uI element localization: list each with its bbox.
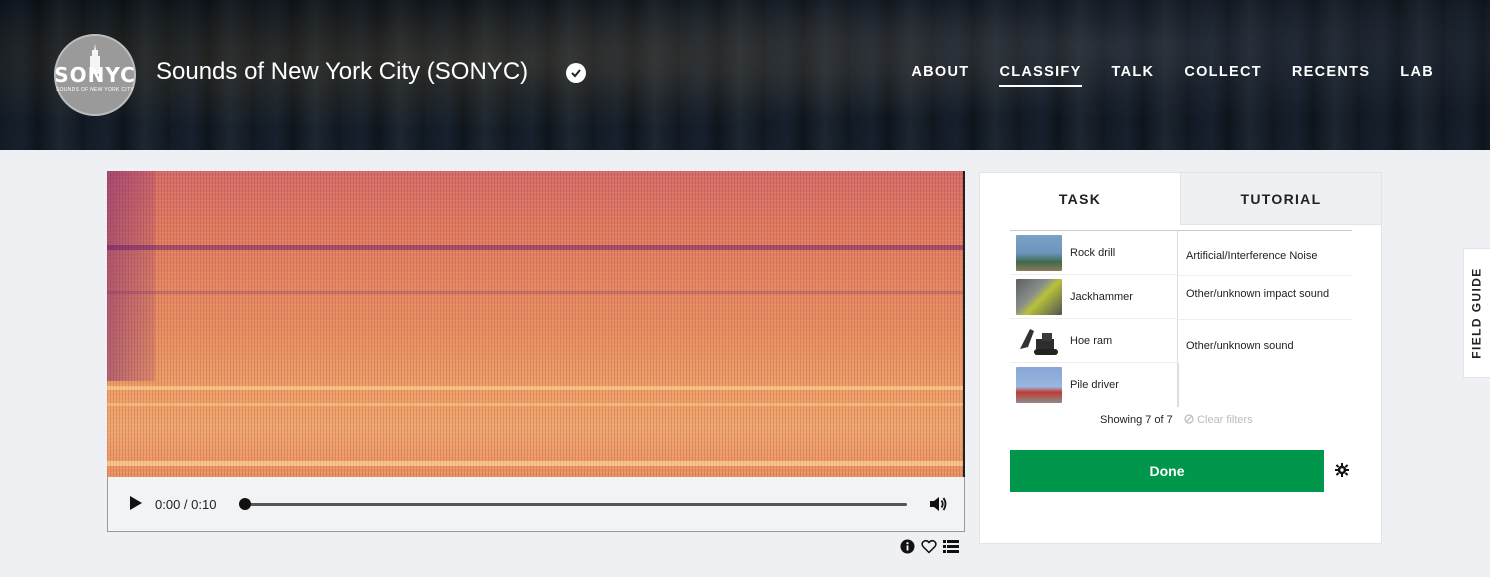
spectrogram-band	[107, 461, 965, 466]
category-divider	[1178, 275, 1352, 276]
subject-actions	[900, 539, 959, 554]
collection-list-icon[interactable]	[943, 539, 959, 554]
project-nav: ABOUT CLASSIFY TALK COLLECT RECENTS LAB	[911, 64, 1434, 87]
choice-rock-drill[interactable]: Rock drill	[1010, 231, 1178, 275]
category-artificial-noise[interactable]: Artificial/Interference Noise	[1186, 247, 1352, 265]
nav-talk[interactable]: TALK	[1112, 64, 1155, 87]
showing-count: Showing 7 of 7	[1100, 414, 1173, 426]
audio-progress-track[interactable]	[243, 503, 907, 506]
choice-label: Hoe ram	[1070, 334, 1113, 347]
play-icon[interactable]	[130, 496, 142, 510]
category-other-impact[interactable]: Other/unknown impact sound	[1186, 285, 1352, 303]
spectrogram-band	[107, 291, 965, 294]
audio-progress-knob[interactable]	[239, 498, 251, 510]
clear-filters-label: Clear filters	[1197, 414, 1253, 426]
pile-driver-thumbnail	[1016, 367, 1062, 403]
ban-icon	[1184, 414, 1194, 424]
nav-recents[interactable]: RECENTS	[1292, 64, 1370, 87]
verified-badge-icon	[566, 63, 586, 83]
choice-label: Pile driver	[1070, 379, 1119, 391]
spectrogram-dark-region	[107, 171, 155, 381]
volume-icon[interactable]	[928, 494, 948, 514]
avatar-subtext: SOUNDS OF NEW YORK CITY	[56, 87, 134, 93]
spectrogram-image[interactable]	[107, 171, 965, 477]
nav-about[interactable]: ABOUT	[911, 64, 969, 87]
nav-collect[interactable]: COLLECT	[1184, 64, 1262, 87]
project-header: SONYC SOUNDS OF NEW YORK CITY Sounds of …	[0, 0, 1490, 150]
tab-task[interactable]: TASK	[980, 173, 1180, 225]
spectrogram-band	[107, 386, 965, 390]
category-other-sound[interactable]: Other/unknown sound	[1186, 337, 1352, 355]
spectrogram-band	[107, 403, 965, 406]
gear-icon[interactable]	[1335, 463, 1349, 477]
audio-player: 0:00 / 0:10	[107, 477, 965, 532]
task-panel: TASK TUTORIAL Rock drill Jackhammer Hoe …	[979, 172, 1382, 544]
choice-hoe-ram[interactable]: Hoe ram	[1010, 319, 1178, 363]
choice-label: Jackhammer	[1070, 290, 1133, 303]
project-avatar[interactable]: SONYC SOUNDS OF NEW YORK CITY	[54, 34, 136, 116]
done-button[interactable]: Done	[1010, 450, 1324, 492]
skyscraper-icon	[90, 44, 100, 74]
field-guide-label: FIELD GUIDE	[1470, 267, 1484, 359]
tab-tutorial[interactable]: TUTORIAL	[1180, 173, 1381, 225]
clear-filters-link[interactable]: Clear filters	[1184, 414, 1253, 426]
favorite-heart-icon[interactable]	[921, 539, 937, 554]
category-divider	[1178, 363, 1179, 407]
choice-label: Rock drill	[1070, 246, 1116, 259]
info-icon[interactable]	[900, 539, 915, 554]
category-divider	[1178, 319, 1352, 320]
nav-lab[interactable]: LAB	[1400, 64, 1434, 87]
audio-time: 0:00 / 0:10	[155, 497, 217, 512]
field-guide-tab[interactable]: FIELD GUIDE	[1463, 248, 1490, 378]
jackhammer-thumbnail	[1016, 278, 1062, 315]
hoe-ram-thumbnail	[1016, 322, 1062, 359]
rock-drill-thumbnail	[1016, 234, 1062, 271]
spectrogram-band	[107, 245, 965, 250]
spectrogram-edge	[963, 171, 965, 477]
project-title[interactable]: Sounds of New York City (SONYC)	[156, 58, 528, 86]
choice-pile-driver[interactable]: Pile driver	[1010, 363, 1178, 407]
survey-choices: Rock drill Jackhammer Hoe ram Pile drive…	[1010, 230, 1352, 407]
choice-jackhammer[interactable]: Jackhammer	[1010, 275, 1178, 319]
nav-classify[interactable]: CLASSIFY	[999, 64, 1082, 87]
panel-tabs: TASK TUTORIAL	[980, 173, 1381, 225]
